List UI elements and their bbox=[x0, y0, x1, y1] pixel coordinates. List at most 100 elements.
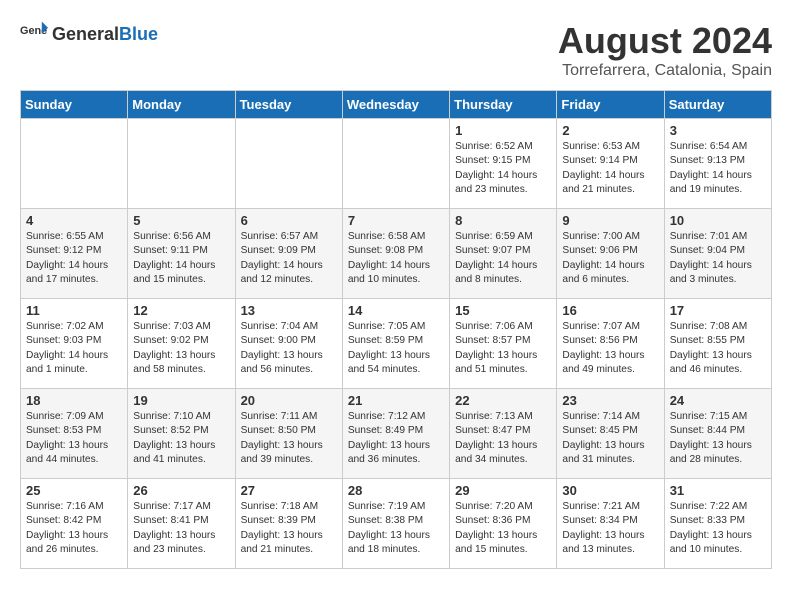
day-number: 7 bbox=[348, 213, 444, 228]
day-number: 23 bbox=[562, 393, 658, 408]
day-number: 16 bbox=[562, 303, 658, 318]
cell-content: Sunrise: 7:04 AM Sunset: 9:00 PM Dayligh… bbox=[241, 320, 337, 377]
header-friday: Friday bbox=[557, 91, 664, 119]
cell-content: Sunrise: 7:22 AM Sunset: 8:33 PM Dayligh… bbox=[670, 500, 766, 557]
table-cell: 5 Sunrise: 6:56 AM Sunset: 9:11 PM Daylig… bbox=[128, 209, 235, 299]
cell-content: Sunrise: 7:12 AM Sunset: 8:49 PM Dayligh… bbox=[348, 410, 444, 467]
table-cell: 24Sunrise: 7:15 AM Sunset: 8:44 PM Dayli… bbox=[664, 389, 771, 479]
day-number: 21 bbox=[348, 393, 444, 408]
table-cell: 8Sunrise: 6:59 AM Sunset: 9:07 PM Daylig… bbox=[450, 209, 557, 299]
table-cell: 27 Sunrise: 7:18 AM Sunset: 8:39 PM Dayli… bbox=[235, 479, 342, 569]
table-cell: 1 Sunrise: 6:52 AM Sunset: 9:15 PM Daylig… bbox=[450, 119, 557, 209]
day-number: 26 bbox=[133, 483, 229, 498]
day-number: 18 bbox=[26, 393, 122, 408]
day-number: 31 bbox=[670, 483, 766, 498]
cell-content: Sunrise: 6:59 AM Sunset: 9:07 PM Dayligh… bbox=[455, 230, 551, 287]
table-cell: 12 Sunrise: 7:03 AM Sunset: 9:02 PM Dayli… bbox=[128, 299, 235, 389]
table-cell bbox=[21, 119, 128, 209]
cell-content: Sunrise: 7:21 AM Sunset: 8:34 PM Dayligh… bbox=[562, 500, 658, 557]
day-number: 28 bbox=[348, 483, 444, 498]
header-saturday: Saturday bbox=[664, 91, 771, 119]
day-number: 5 bbox=[133, 213, 229, 228]
week-row-3: 11 Sunrise: 7:02 AM Sunset: 9:03 PM Dayli… bbox=[21, 299, 772, 389]
table-cell bbox=[235, 119, 342, 209]
table-cell: 23Sunrise: 7:14 AM Sunset: 8:45 PM Dayli… bbox=[557, 389, 664, 479]
cell-content: Sunrise: 7:20 AM Sunset: 8:36 PM Dayligh… bbox=[455, 500, 551, 557]
day-number: 29 bbox=[455, 483, 551, 498]
week-row-4: 18 Sunrise: 7:09 AM Sunset: 8:53 PM Dayli… bbox=[21, 389, 772, 479]
cell-content: Sunrise: 6:54 AM Sunset: 9:13 PM Dayligh… bbox=[670, 140, 766, 197]
cell-content: Sunrise: 7:16 AM Sunset: 8:42 PM Dayligh… bbox=[26, 500, 122, 557]
table-cell: 19 Sunrise: 7:10 AM Sunset: 8:52 PM Dayli… bbox=[128, 389, 235, 479]
day-number: 6 bbox=[241, 213, 337, 228]
cell-content: Sunrise: 7:03 AM Sunset: 9:02 PM Dayligh… bbox=[133, 320, 229, 377]
day-number: 2 bbox=[562, 123, 658, 138]
cell-content: Sunrise: 7:18 AM Sunset: 8:39 PM Dayligh… bbox=[241, 500, 337, 557]
day-number: 12 bbox=[133, 303, 229, 318]
header-thursday: Thursday bbox=[450, 91, 557, 119]
table-cell: 26 Sunrise: 7:17 AM Sunset: 8:41 PM Dayli… bbox=[128, 479, 235, 569]
cell-content: Sunrise: 7:10 AM Sunset: 8:52 PM Dayligh… bbox=[133, 410, 229, 467]
cell-content: Sunrise: 7:09 AM Sunset: 8:53 PM Dayligh… bbox=[26, 410, 122, 467]
cell-content: Sunrise: 7:19 AM Sunset: 8:38 PM Dayligh… bbox=[348, 500, 444, 557]
week-row-1: 1 Sunrise: 6:52 AM Sunset: 9:15 PM Daylig… bbox=[21, 119, 772, 209]
cell-content: Sunrise: 7:06 AM Sunset: 8:57 PM Dayligh… bbox=[455, 320, 551, 377]
week-row-2: 4Sunrise: 6:55 AM Sunset: 9:12 PM Daylig… bbox=[21, 209, 772, 299]
cell-content: Sunrise: 6:55 AM Sunset: 9:12 PM Dayligh… bbox=[26, 230, 122, 287]
cell-content: Sunrise: 7:05 AM Sunset: 8:59 PM Dayligh… bbox=[348, 320, 444, 377]
table-cell bbox=[128, 119, 235, 209]
page-header: General GeneralBlue August 2024 Torrefar… bbox=[20, 20, 772, 80]
day-number: 17 bbox=[670, 303, 766, 318]
table-cell: 22Sunrise: 7:13 AM Sunset: 8:47 PM Dayli… bbox=[450, 389, 557, 479]
cell-content: Sunrise: 7:17 AM Sunset: 8:41 PM Dayligh… bbox=[133, 500, 229, 557]
cell-content: Sunrise: 6:56 AM Sunset: 9:11 PM Dayligh… bbox=[133, 230, 229, 287]
header-monday: Monday bbox=[128, 91, 235, 119]
cell-content: Sunrise: 7:11 AM Sunset: 8:50 PM Dayligh… bbox=[241, 410, 337, 467]
location-text: Torrefarrera, Catalonia, Spain bbox=[558, 62, 772, 80]
logo: General GeneralBlue bbox=[20, 20, 158, 48]
cell-content: Sunrise: 6:58 AM Sunset: 9:08 PM Dayligh… bbox=[348, 230, 444, 287]
table-cell: 16 Sunrise: 7:07 AM Sunset: 8:56 PM Dayli… bbox=[557, 299, 664, 389]
cell-content: Sunrise: 6:57 AM Sunset: 9:09 PM Dayligh… bbox=[241, 230, 337, 287]
day-number: 15 bbox=[455, 303, 551, 318]
day-number: 10 bbox=[670, 213, 766, 228]
day-number: 27 bbox=[241, 483, 337, 498]
day-number: 30 bbox=[562, 483, 658, 498]
cell-content: Sunrise: 7:07 AM Sunset: 8:56 PM Dayligh… bbox=[562, 320, 658, 377]
table-cell: 10 Sunrise: 7:01 AM Sunset: 9:04 PM Dayli… bbox=[664, 209, 771, 299]
header-wednesday: Wednesday bbox=[342, 91, 449, 119]
day-number: 13 bbox=[241, 303, 337, 318]
day-number: 1 bbox=[455, 123, 551, 138]
day-number: 14 bbox=[348, 303, 444, 318]
day-number: 11 bbox=[26, 303, 122, 318]
table-cell: 11 Sunrise: 7:02 AM Sunset: 9:03 PM Dayli… bbox=[21, 299, 128, 389]
cell-content: Sunrise: 7:08 AM Sunset: 8:55 PM Dayligh… bbox=[670, 320, 766, 377]
header-tuesday: Tuesday bbox=[235, 91, 342, 119]
table-cell: 7 Sunrise: 6:58 AM Sunset: 9:08 PM Daylig… bbox=[342, 209, 449, 299]
day-number: 9 bbox=[562, 213, 658, 228]
table-cell: 25Sunrise: 7:16 AM Sunset: 8:42 PM Dayli… bbox=[21, 479, 128, 569]
logo-icon: General bbox=[20, 20, 48, 48]
table-cell: 20 Sunrise: 7:11 AM Sunset: 8:50 PM Dayli… bbox=[235, 389, 342, 479]
table-cell: 30 Sunrise: 7:21 AM Sunset: 8:34 PM Dayli… bbox=[557, 479, 664, 569]
table-cell: 3 Sunrise: 6:54 AM Sunset: 9:13 PM Daylig… bbox=[664, 119, 771, 209]
week-row-5: 25Sunrise: 7:16 AM Sunset: 8:42 PM Dayli… bbox=[21, 479, 772, 569]
table-cell: 18 Sunrise: 7:09 AM Sunset: 8:53 PM Dayli… bbox=[21, 389, 128, 479]
day-number: 3 bbox=[670, 123, 766, 138]
logo-general-text: General bbox=[52, 24, 119, 44]
title-section: August 2024 Torrefarrera, Catalonia, Spa… bbox=[558, 20, 772, 80]
cell-content: Sunrise: 7:02 AM Sunset: 9:03 PM Dayligh… bbox=[26, 320, 122, 377]
table-cell: 14 Sunrise: 7:05 AM Sunset: 8:59 PM Dayli… bbox=[342, 299, 449, 389]
table-cell: 21 Sunrise: 7:12 AM Sunset: 8:49 PM Dayli… bbox=[342, 389, 449, 479]
header-sunday: Sunday bbox=[21, 91, 128, 119]
day-number: 20 bbox=[241, 393, 337, 408]
logo-blue-text: Blue bbox=[119, 24, 158, 44]
table-cell: 31 Sunrise: 7:22 AM Sunset: 8:33 PM Dayli… bbox=[664, 479, 771, 569]
day-number: 19 bbox=[133, 393, 229, 408]
table-cell: 9Sunrise: 7:00 AM Sunset: 9:06 PM Daylig… bbox=[557, 209, 664, 299]
cell-content: Sunrise: 7:01 AM Sunset: 9:04 PM Dayligh… bbox=[670, 230, 766, 287]
table-cell: 15 Sunrise: 7:06 AM Sunset: 8:57 PM Dayli… bbox=[450, 299, 557, 389]
table-cell: 4Sunrise: 6:55 AM Sunset: 9:12 PM Daylig… bbox=[21, 209, 128, 299]
table-cell: 6 Sunrise: 6:57 AM Sunset: 9:09 PM Daylig… bbox=[235, 209, 342, 299]
cell-content: Sunrise: 6:52 AM Sunset: 9:15 PM Dayligh… bbox=[455, 140, 551, 197]
